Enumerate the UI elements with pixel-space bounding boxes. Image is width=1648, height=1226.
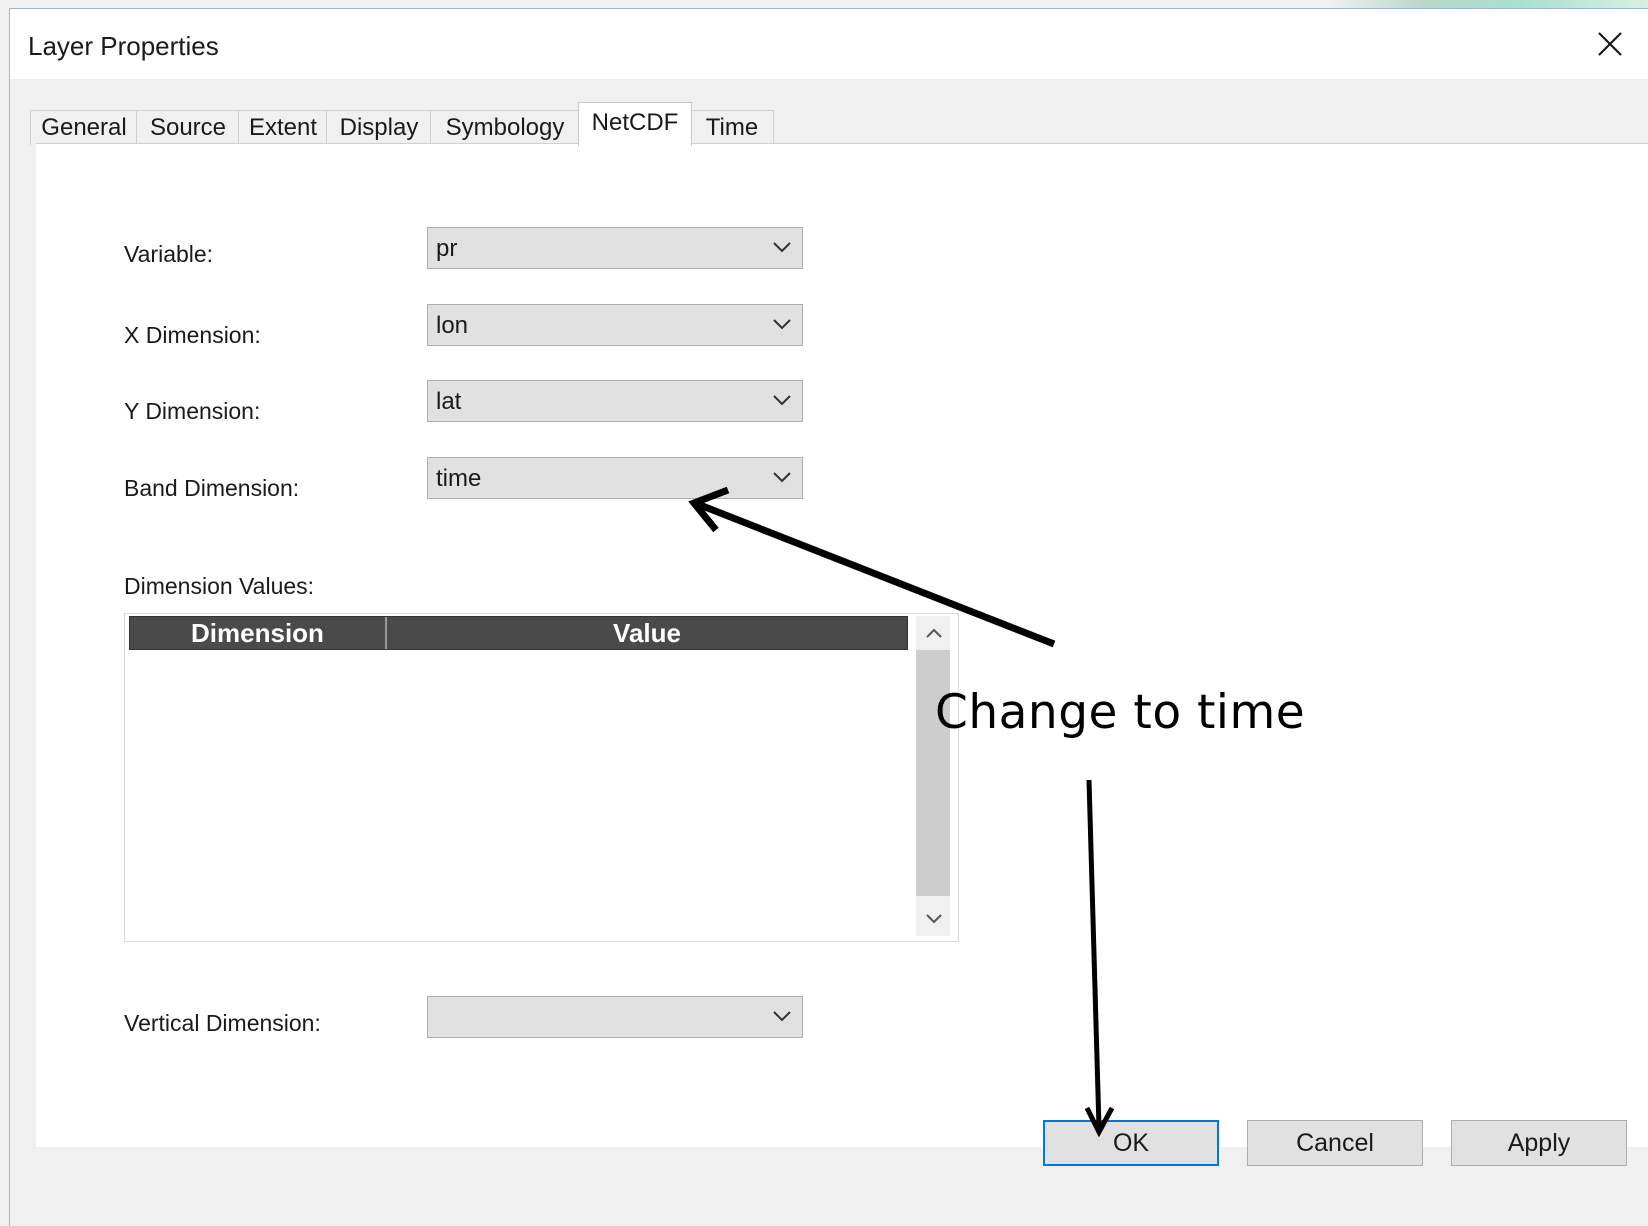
x-dimension-dropdown[interactable]: lon bbox=[427, 304, 803, 346]
band-dimension-value: time bbox=[436, 465, 482, 492]
dimension-values-grid[interactable]: Dimension Value bbox=[124, 613, 959, 942]
chevron-down-icon bbox=[773, 242, 791, 253]
tab-display[interactable]: Display bbox=[326, 110, 432, 145]
close-icon bbox=[1598, 32, 1622, 56]
tab-source[interactable]: Source bbox=[136, 110, 240, 145]
band-dimension-label: Band Dimension: bbox=[124, 475, 300, 501]
tab-time[interactable]: Time bbox=[690, 110, 774, 145]
column-header-dimension[interactable]: Dimension bbox=[130, 617, 385, 649]
tab-symbology[interactable]: Symbology bbox=[430, 110, 580, 145]
variable-value: pr bbox=[436, 235, 458, 262]
chevron-down-icon bbox=[773, 319, 791, 330]
close-button[interactable] bbox=[1569, 9, 1648, 79]
y-dimension-label: Y Dimension: bbox=[124, 398, 261, 424]
column-header-value[interactable]: Value bbox=[387, 617, 907, 649]
grid-scrollbar[interactable] bbox=[916, 616, 950, 936]
tab-netcdf[interactable]: NetCDF bbox=[578, 102, 692, 146]
variable-label: Variable: bbox=[124, 241, 214, 267]
chevron-down-icon bbox=[773, 1011, 791, 1022]
band-dimension-dropdown[interactable]: time bbox=[427, 457, 803, 499]
tab-general[interactable]: General bbox=[30, 110, 138, 145]
x-dimension-label: X Dimension: bbox=[124, 322, 261, 348]
window-title: Layer Properties bbox=[28, 31, 219, 61]
tab-extent[interactable]: Extent bbox=[238, 110, 328, 145]
y-dimension-dropdown[interactable]: lat bbox=[427, 380, 803, 422]
cancel-button[interactable]: Cancel bbox=[1247, 1120, 1423, 1166]
variable-dropdown[interactable]: pr bbox=[427, 227, 803, 269]
apply-button[interactable]: Apply bbox=[1451, 1120, 1627, 1166]
ok-button[interactable]: OK bbox=[1043, 1120, 1219, 1166]
chevron-down-icon bbox=[926, 914, 942, 924]
netcdf-panel: Variable: pr X Dimension: lon Y Dimensio… bbox=[36, 143, 1648, 1147]
chevron-down-icon bbox=[773, 472, 791, 483]
vertical-dimension-label: Vertical Dimension: bbox=[124, 1010, 321, 1036]
background-window-strip bbox=[1330, 0, 1648, 8]
x-dimension-value: lon bbox=[436, 312, 469, 339]
chevron-down-icon bbox=[773, 395, 791, 406]
dimension-values-label: Dimension Values: bbox=[124, 573, 315, 599]
vertical-dimension-dropdown[interactable] bbox=[427, 996, 803, 1038]
grid-header: Dimension Value bbox=[129, 616, 908, 650]
layer-properties-dialog: Layer Properties General Source Extent D… bbox=[9, 8, 1648, 1226]
scroll-down-button[interactable] bbox=[916, 902, 950, 936]
y-dimension-value: lat bbox=[436, 388, 462, 415]
title-bar: Layer Properties bbox=[10, 9, 1648, 79]
annotation-text: Change to time bbox=[935, 685, 1306, 740]
scroll-up-button[interactable] bbox=[916, 616, 950, 650]
chevron-up-icon bbox=[926, 628, 942, 638]
